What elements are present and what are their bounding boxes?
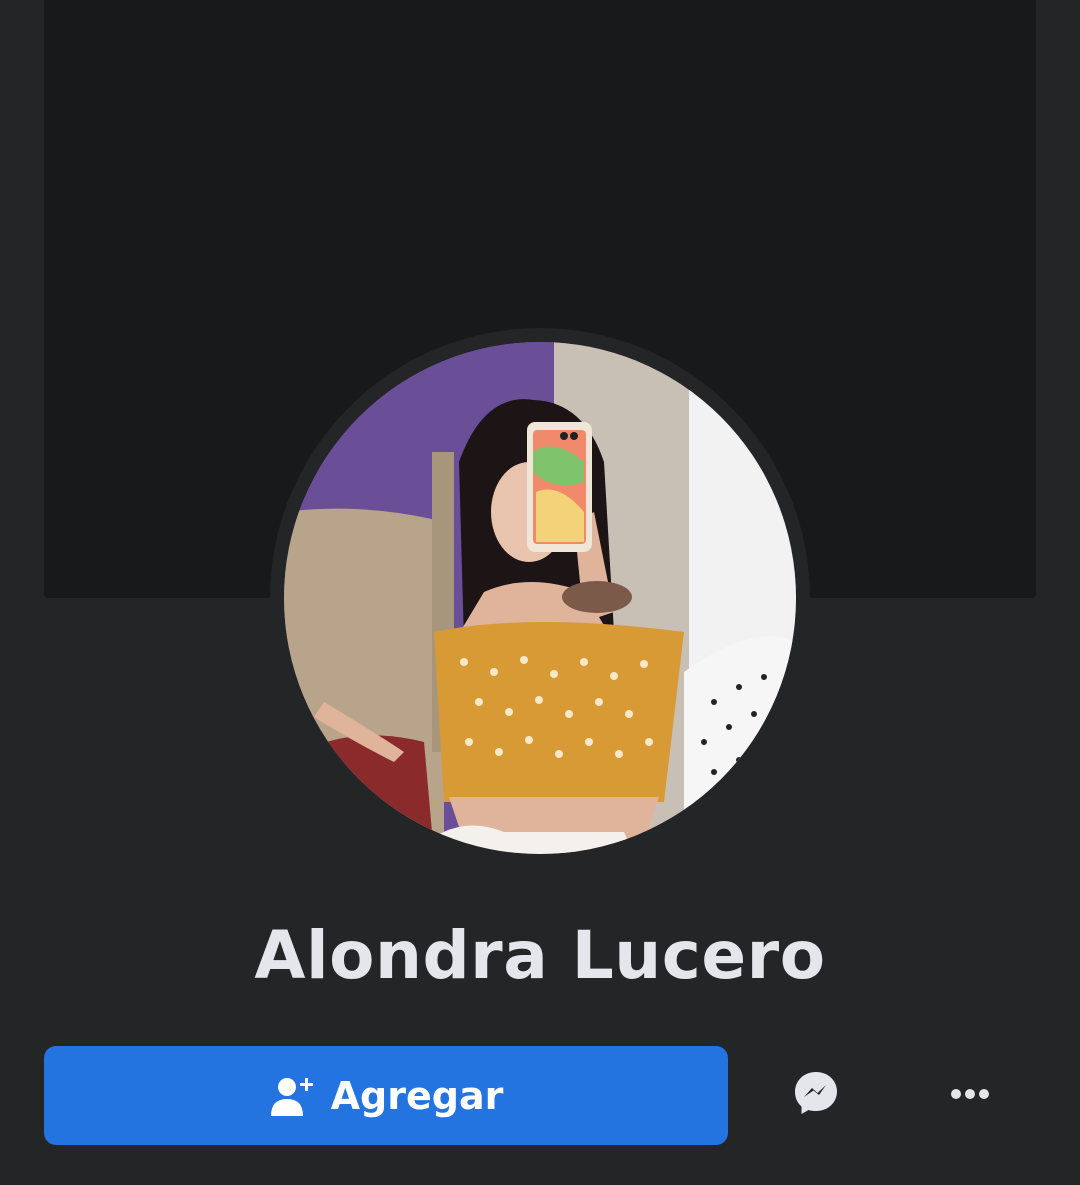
messenger-icon	[793, 1070, 839, 1121]
more-dots-icon	[950, 1087, 990, 1105]
profile-actions: Agregar	[44, 1046, 1036, 1145]
profile-name: Alondra Lucero	[254, 917, 826, 994]
add-friend-button[interactable]: Agregar	[44, 1046, 728, 1145]
add-friend-icon	[269, 1073, 315, 1119]
profile-photo-illustration	[284, 342, 796, 854]
messenger-button[interactable]	[752, 1046, 880, 1145]
profile-picture[interactable]	[284, 342, 796, 854]
add-friend-label: Agregar	[330, 1073, 504, 1118]
profile-page: Alondra Lucero Agregar	[0, 0, 1080, 1185]
more-options-button[interactable]	[906, 1046, 1034, 1145]
